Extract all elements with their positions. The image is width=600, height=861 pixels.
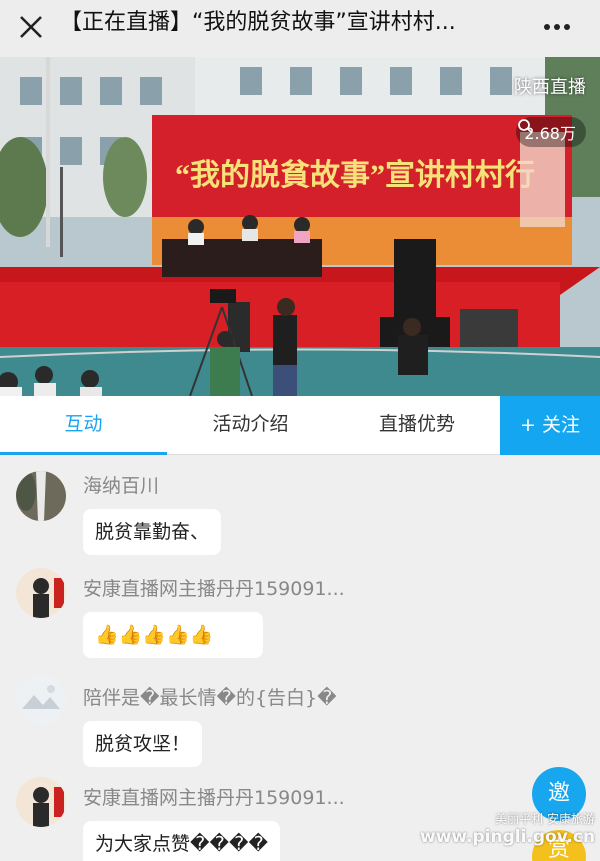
message-bubble: 为大家点赞���� (83, 821, 280, 861)
username: 海纳百川 (83, 475, 160, 497)
message-bubble: 脱贫靠勤奋、 (83, 509, 222, 555)
tab-activity-intro[interactable]: 活动介绍 (167, 396, 334, 455)
top-bar: 【正在直播】“我的脱贫故事”宣讲村村... (0, 0, 600, 57)
more-icon[interactable] (540, 12, 574, 42)
chat-list[interactable]: 海纳百川 脱贫靠勤奋、 安康直播网主播丹丹159091... 👍👍👍👍👍 陪伴是… (0, 455, 600, 861)
watermark: 美丽平利 安康旅游 www.pingli.gov.cn (420, 810, 595, 847)
tab-interaction[interactable]: 互动 (0, 396, 167, 455)
avatar[interactable] (16, 568, 66, 618)
close-icon[interactable] (14, 10, 48, 44)
avatar[interactable] (16, 675, 66, 725)
live-video-player[interactable]: “我的脱貧故事”宣讲村村行 陕西直播 2.68万 (0, 57, 600, 396)
tab-live-advantages[interactable]: 直播优势 (334, 396, 500, 455)
username: 陪伴是�最长情�的{告白}� (83, 687, 337, 709)
thumbs-up-icons: 👍👍👍👍👍 (95, 624, 214, 646)
watermark-site: www.pingli.gov.cn (420, 827, 596, 847)
banner-text: “我的脱貧故事”宣讲村村行 (175, 159, 535, 192)
follow-button[interactable]: + 关注 (500, 396, 600, 455)
chat-message: 安康直播网主播丹丹159091... 👍👍👍👍👍 (0, 566, 600, 666)
viewer-count-badge: 2.68万 (516, 117, 586, 147)
viewer-icon (518, 119, 533, 134)
username: 安康直播网主播丹丹159091... (83, 787, 345, 809)
message-bubble: 脱贫攻坚！ (83, 721, 203, 767)
video-frame: “我的脱貧故事”宣讲村村行 (0, 57, 600, 396)
channel-label: 陕西直播 (514, 77, 586, 98)
chat-message: 海纳百川 脱贫靠勤奋、 (0, 463, 600, 563)
page-title: 【正在直播】“我的脱贫故事”宣讲村村... (60, 10, 456, 35)
chat-message: 陪伴是�最长情�的{告白}� 脱贫攻坚！ (0, 675, 600, 775)
username: 安康直播网主播丹丹159091... (83, 578, 345, 600)
watermark-slogan: 美丽平利 安康旅游 (495, 812, 595, 826)
avatar[interactable] (16, 777, 66, 827)
message-bubble: 👍👍👍👍👍 (83, 612, 263, 658)
avatar[interactable] (16, 471, 66, 521)
